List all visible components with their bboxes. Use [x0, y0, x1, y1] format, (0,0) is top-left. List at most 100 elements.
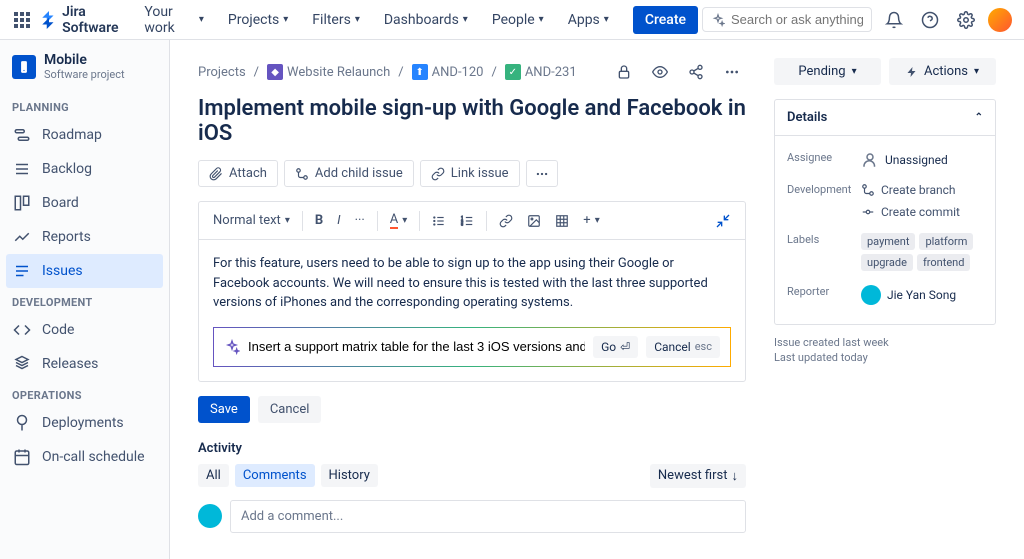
project-icon — [12, 55, 36, 79]
sidebar: Mobile Software project PLANNING Roadmap… — [0, 40, 170, 559]
text-color-button[interactable]: A ▾ — [384, 208, 414, 233]
link-issue-button[interactable]: Link issue — [420, 160, 520, 187]
story-icon: ⬆ — [412, 64, 428, 80]
comment-avatar — [198, 504, 222, 528]
sparkle-icon — [711, 13, 725, 27]
bullet-list-button[interactable] — [426, 210, 452, 232]
attach-button[interactable]: Attach — [198, 160, 278, 187]
search-box[interactable] — [702, 7, 872, 32]
sidebar-item-oncall[interactable]: On-call schedule — [0, 440, 169, 474]
actions-dropdown[interactable]: Actions ▾ — [889, 58, 996, 85]
create-commit-link[interactable]: Create commit — [861, 205, 960, 219]
nav-your-work[interactable]: Your work▾ — [136, 0, 212, 40]
nav-apps[interactable]: Apps▾ — [560, 8, 617, 32]
branch-icon — [861, 183, 875, 197]
status-dropdown[interactable]: Pending ▾ — [774, 58, 881, 85]
create-button[interactable]: Create — [633, 6, 698, 34]
watch-icon[interactable] — [646, 58, 674, 86]
ai-collapse-button[interactable] — [709, 209, 737, 233]
labels-value[interactable]: payment platform upgrade frontend — [861, 233, 983, 271]
help-icon[interactable] — [916, 6, 944, 34]
section-planning: PLANNING — [0, 93, 169, 118]
project-header[interactable]: Mobile Software project — [0, 52, 169, 93]
label-platform[interactable]: platform — [919, 233, 973, 250]
ai-sparkle-icon — [224, 339, 240, 355]
sidebar-item-backlog[interactable]: Backlog — [0, 152, 169, 186]
sidebar-item-releases[interactable]: Releases — [0, 347, 169, 381]
user-avatar[interactable] — [988, 8, 1012, 32]
top-nav: Jira Software Your work▾ Projects▾ Filte… — [0, 0, 1024, 40]
description-editor: Normal text ▾ B I ··· A ▾ 123 + ▾ — [198, 201, 746, 382]
more-actions-button[interactable] — [526, 160, 558, 187]
labels-label: Labels — [787, 233, 861, 271]
bolt-icon — [906, 66, 918, 78]
notifications-icon[interactable] — [880, 6, 908, 34]
image-button[interactable] — [521, 210, 547, 232]
reports-icon — [12, 227, 32, 247]
lock-icon[interactable] — [610, 58, 638, 86]
tab-all[interactable]: All — [198, 464, 229, 487]
breadcrumb: Projects / ◆Website Relaunch / ⬆AND-120 … — [198, 58, 746, 86]
label-upgrade[interactable]: upgrade — [861, 254, 913, 271]
arrow-down-icon: ↓ — [732, 468, 739, 484]
share-icon[interactable] — [682, 58, 710, 86]
insert-button[interactable]: + ▾ — [577, 209, 605, 232]
sidebar-item-issues[interactable]: Issues — [6, 254, 163, 288]
search-input[interactable] — [731, 12, 863, 27]
person-icon — [861, 151, 879, 169]
label-payment[interactable]: payment — [861, 233, 915, 250]
italic-button[interactable]: I — [331, 209, 346, 232]
breadcrumb-projects[interactable]: Projects — [198, 65, 246, 80]
bold-button[interactable]: B — [309, 209, 329, 232]
more-format-button[interactable]: ··· — [349, 209, 371, 232]
more-icon[interactable] — [718, 58, 746, 86]
issues-icon — [12, 261, 32, 281]
sidebar-item-roadmap[interactable]: Roadmap — [0, 118, 169, 152]
commit-icon — [861, 205, 875, 219]
nav-dashboards[interactable]: Dashboards▾ — [376, 8, 476, 32]
nav-people[interactable]: People▾ — [484, 8, 552, 32]
breadcrumb-and-231[interactable]: ✓AND-231 — [505, 64, 577, 80]
issue-meta: Issue created last week Last updated tod… — [774, 335, 996, 366]
issue-title[interactable]: Implement mobile sign-up with Google and… — [198, 96, 746, 146]
ai-prompt-input[interactable] — [248, 339, 585, 354]
ai-cancel-button[interactable]: Cancel esc — [646, 336, 720, 358]
nav-projects[interactable]: Projects▾ — [220, 8, 296, 32]
save-button[interactable]: Save — [198, 396, 250, 423]
editor-link-button[interactable] — [493, 210, 519, 232]
table-button[interactable] — [549, 210, 575, 232]
breadcrumb-website-relaunch[interactable]: ◆Website Relaunch — [267, 64, 390, 80]
assignee-label: Assignee — [787, 151, 861, 169]
description-text[interactable]: For this feature, users need to be able … — [213, 254, 731, 313]
sidebar-item-deployments[interactable]: Deployments — [0, 406, 169, 440]
text-style-dropdown[interactable]: Normal text ▾ — [207, 209, 296, 232]
breadcrumb-and-120[interactable]: ⬆AND-120 — [412, 64, 484, 80]
app-switcher-icon[interactable] — [12, 8, 32, 32]
jira-logo-text: Jira Software — [62, 4, 128, 36]
settings-icon[interactable] — [952, 6, 980, 34]
ai-go-button[interactable]: Go ⏎ — [593, 336, 638, 358]
tab-comments[interactable]: Comments — [235, 464, 315, 487]
assignee-value[interactable]: Unassigned — [861, 151, 983, 169]
jira-logo[interactable]: Jira Software — [40, 4, 128, 36]
sort-button[interactable]: Newest first ↓ — [650, 464, 746, 488]
activity-tabs: All Comments History Newest first ↓ — [198, 464, 746, 488]
development-label: Development — [787, 183, 861, 219]
enter-key-icon: ⏎ — [620, 340, 630, 354]
create-branch-link[interactable]: Create branch — [861, 183, 956, 197]
chevron-up-icon: ⌃ — [975, 112, 983, 123]
sidebar-item-code[interactable]: Code — [0, 313, 169, 347]
reporter-value[interactable]: Jie Yan Song — [861, 285, 983, 305]
label-frontend[interactable]: frontend — [917, 254, 971, 271]
nav-filters[interactable]: Filters▾ — [304, 8, 368, 32]
comment-input[interactable]: Add a comment... — [230, 500, 746, 533]
sidebar-item-board[interactable]: Board — [0, 186, 169, 220]
reporter-avatar — [861, 285, 881, 305]
tab-history[interactable]: History — [321, 464, 378, 487]
number-list-button[interactable]: 123 — [454, 210, 480, 232]
details-toggle[interactable]: Details ⌃ — [775, 100, 995, 136]
add-child-button[interactable]: Add child issue — [284, 160, 414, 187]
jira-logo-icon — [40, 11, 58, 29]
sidebar-item-reports[interactable]: Reports — [0, 220, 169, 254]
cancel-button[interactable]: Cancel — [258, 396, 322, 423]
